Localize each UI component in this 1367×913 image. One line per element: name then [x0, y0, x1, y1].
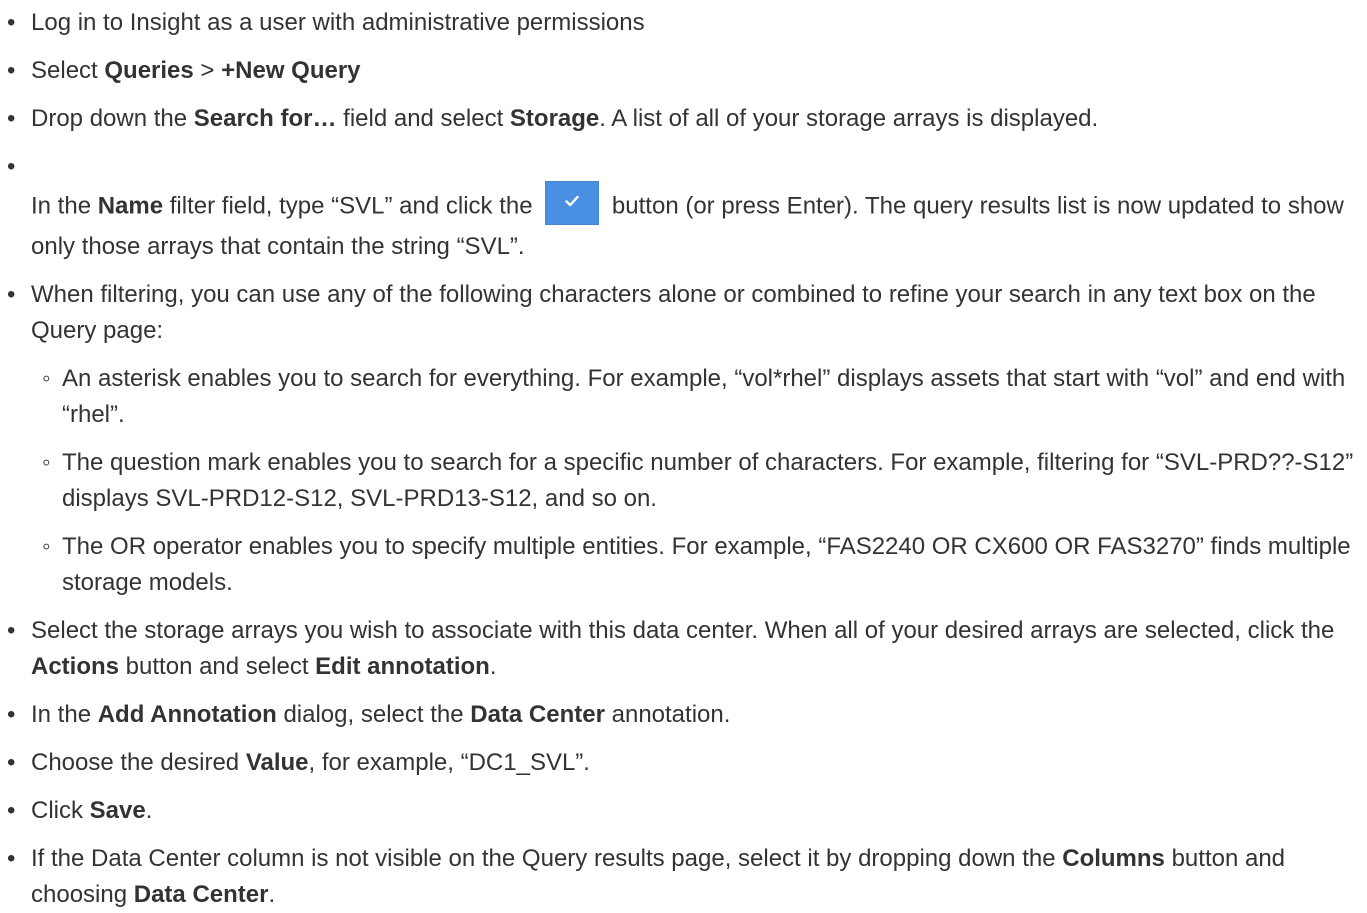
check-icon [565, 195, 579, 207]
step-name-filter: In the Name filter field, type “SVL” and… [7, 149, 1367, 265]
list-item: An asterisk enables you to search for ev… [42, 361, 1357, 433]
instructions-document: Log in to Insight as a user with adminis… [0, 0, 1367, 913]
step-select-arrays: Select the storage arrays you wish to as… [7, 613, 1367, 685]
list-item: The OR operator enables you to specify m… [42, 529, 1357, 601]
steps-list: Log in to Insight as a user with adminis… [0, 5, 1367, 913]
step-choose-value: Choose the desired Value, for example, “… [7, 745, 1367, 781]
step-columns: If the Data Center column is not visible… [7, 841, 1367, 913]
apply-filter-button[interactable] [545, 181, 600, 225]
list-item: The question mark enables you to search … [42, 445, 1357, 517]
step-add-annotation: In the Add Annotation dialog, select the… [7, 697, 1367, 733]
step-search-for: Drop down the Search for… field and sele… [7, 101, 1367, 137]
step-filtering-characters: When filtering, you can use any of the f… [7, 277, 1367, 601]
filter-characters-list: An asterisk enables you to search for ev… [31, 361, 1357, 601]
step-save: Click Save. [7, 793, 1367, 829]
step-login: Log in to Insight as a user with adminis… [7, 5, 1367, 41]
step-new-query: Select Queries > +New Query [7, 53, 1367, 89]
